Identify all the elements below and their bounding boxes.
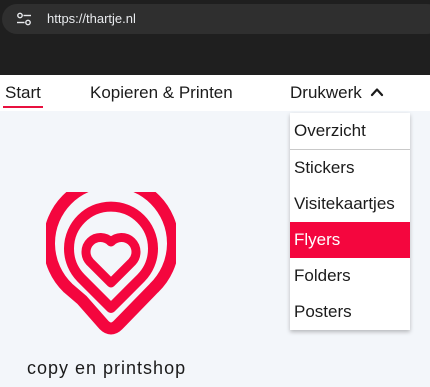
dropdown-item-flyers[interactable]: Flyers [290,222,410,258]
tune-icon[interactable] [16,12,32,26]
drukwerk-dropdown-menu: Overzicht Stickers Visitekaartjes Flyers… [290,113,410,330]
chevron-up-icon[interactable] [370,86,384,98]
heart-location-pin-icon [46,192,176,335]
dropdown-item-visitekaartjes[interactable]: Visitekaartjes [290,186,410,222]
dropdown-item-posters[interactable]: Posters [290,294,410,330]
nav-item-kopieren-printen[interactable]: Kopieren & Printen [90,83,233,103]
url-text[interactable]: https://thartje.nl [47,11,136,26]
brand-tagline: copy en printshop [27,358,187,378]
dropdown-item-overzicht[interactable]: Overzicht [290,113,410,149]
active-nav-indicator [3,106,43,108]
browser-toolbar: https://thartje.nl [0,0,430,75]
main-nav: Start Kopieren & Printen Drukwerk [0,75,430,111]
dropdown-item-stickers[interactable]: Stickers [290,150,410,186]
nav-item-start[interactable]: Start [5,83,41,103]
address-bar[interactable]: https://thartje.nl [2,4,430,34]
nav-item-drukwerk[interactable]: Drukwerk [290,83,362,103]
dropdown-item-folders[interactable]: Folders [290,258,410,294]
